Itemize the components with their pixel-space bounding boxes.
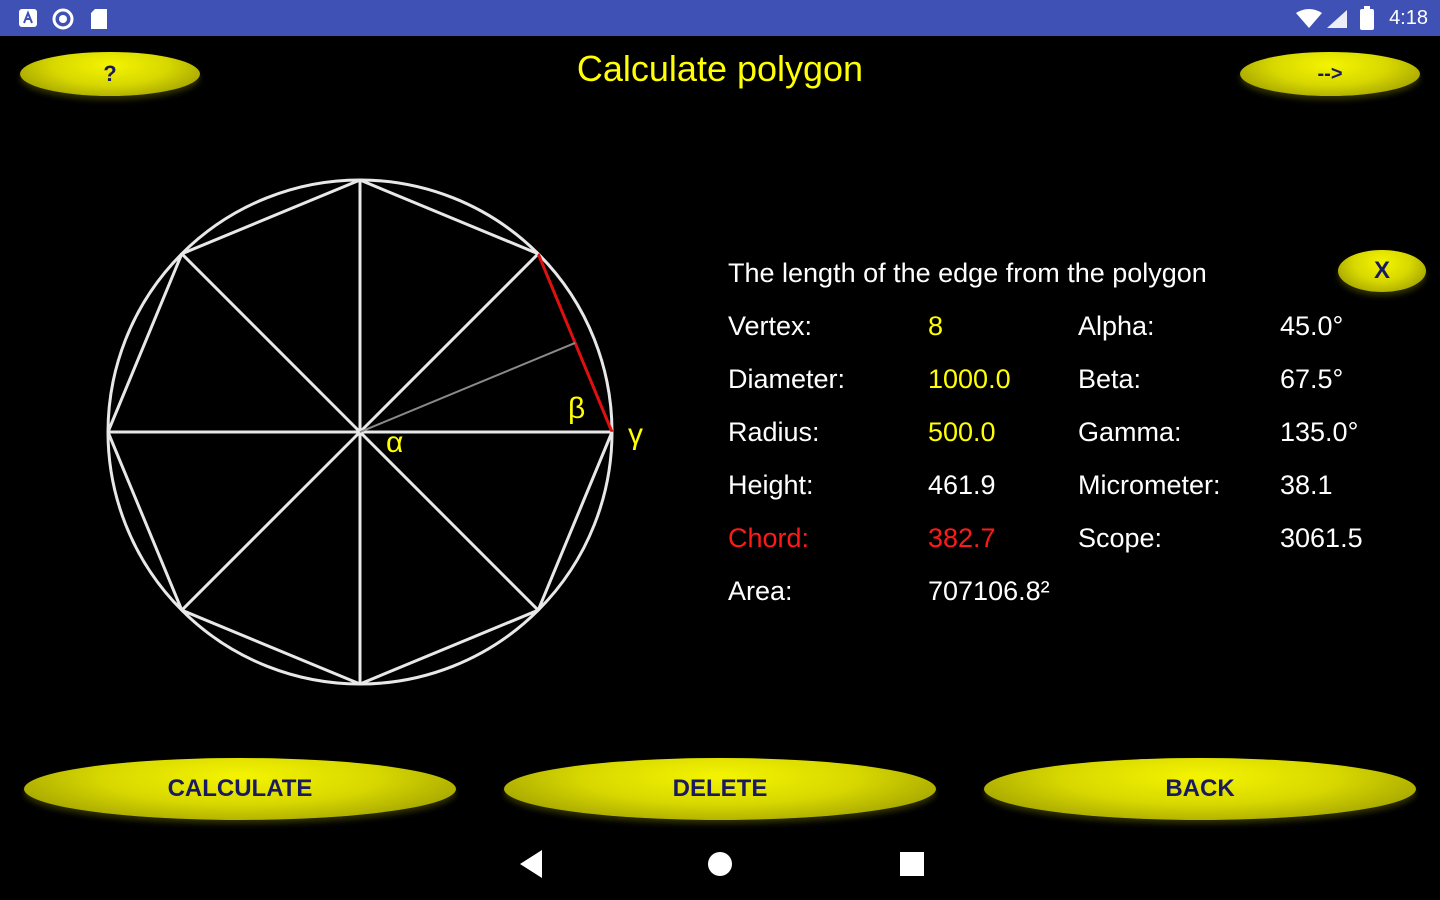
radius-line [180,252,362,434]
gamma-label: γ [628,418,643,451]
gamma-value: 135.0° [1280,417,1359,447]
polygon-edge [181,178,361,256]
scope-label: Scope: [1078,523,1163,553]
info-heading: The length of the edge from the polygon [728,258,1207,288]
area-label: Area: [728,576,793,606]
polygon-edge [106,431,184,611]
back-triangle-icon[interactable] [518,848,544,885]
polygon-diagram [106,178,614,686]
polygon-edge [359,608,539,686]
beta-label: β [568,392,586,425]
radius-line [358,252,540,434]
height-label: Height: [728,470,814,500]
polygon-edge [106,253,184,433]
height-value: 461.9 [928,470,996,500]
accessibility-icon [18,8,38,33]
alpha-label: α [386,426,404,459]
page-title: Calculate polygon [576,48,864,89]
app-screen: 4:18 ? Calculate polygon --> α β γ The l… [0,0,1440,900]
vertex-label: Vertex: [728,311,813,341]
recents-square-icon[interactable] [898,848,926,885]
diameter-value[interactable]: 1000.0 [928,364,1011,395]
gamma-row-label: Gamma: [1078,417,1182,447]
polygon-edge [181,608,361,686]
area-value: 707106.8² [928,576,1050,606]
sd-card-icon [90,8,108,35]
back-button[interactable]: BACK [984,758,1416,820]
next-button[interactable]: --> [1240,52,1420,96]
polygon-edge [536,431,614,611]
height-line [359,341,576,433]
radius-label: Radius: [728,417,820,447]
signal-icon [1326,9,1348,34]
calculate-button[interactable]: CALCULATE [24,758,456,820]
wifi-icon [1296,9,1322,34]
beta-row-label: Beta: [1078,364,1142,394]
scope-value: 3061.5 [1280,523,1363,553]
circle-icon [52,8,74,35]
radius-line [180,430,362,612]
status-time: 4:18 [1389,7,1428,29]
status-bar: 4:18 [0,0,1440,36]
micrometer-value: 38.1 [1280,470,1333,500]
micrometer-label: Micrometer: [1078,470,1221,500]
battery-icon [1360,6,1374,35]
alpha-row-label: Alpha: [1078,311,1155,341]
radius-value[interactable]: 500.0 [928,417,996,448]
beta-value: 67.5° [1280,364,1344,394]
diameter-label: Diameter: [728,364,846,394]
chord-label: Chord: [728,523,810,553]
alpha-value: 45.0° [1280,311,1344,341]
polygon-edge [359,178,539,256]
chord-value: 382.7 [928,523,996,553]
close-button[interactable]: X [1338,250,1426,292]
delete-button[interactable]: DELETE [504,758,936,820]
vertex-value[interactable]: 8 [928,311,943,342]
home-circle-icon[interactable] [706,848,734,885]
